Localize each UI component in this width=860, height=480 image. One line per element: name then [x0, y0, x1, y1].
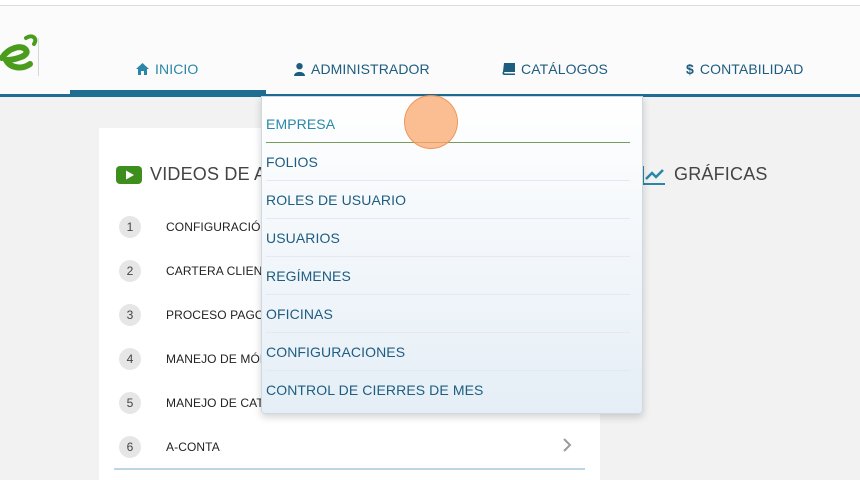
video-label: CARTERA CLIENT: [166, 264, 270, 278]
video-number: 5: [119, 392, 141, 414]
charts-title: GRÁFICAS: [642, 164, 768, 185]
user-icon: [294, 62, 305, 76]
book-icon: [502, 63, 515, 75]
nav-inicio[interactable]: INICIO: [136, 58, 198, 80]
menu-item-oficinas[interactable]: OFICINAS: [266, 295, 630, 333]
nav-administrador-label: ADMINISTRADOR: [311, 61, 430, 77]
menu-item-roles-de-usuario[interactable]: ROLES DE USUARIO: [266, 181, 630, 219]
top-navbar: [0, 6, 860, 94]
nav-contabilidad-label: CONTABILIDAD: [699, 61, 804, 77]
menu-item-usuarios[interactable]: USUARIOS: [266, 219, 630, 257]
menu-item-folios[interactable]: FOLIOS: [266, 143, 630, 181]
video-label: MANEJO DE MÓD: [166, 352, 269, 366]
video-label: A-CONTA: [166, 440, 220, 454]
nav-catalogos-label: CATÁLOGOS: [521, 61, 608, 77]
video-label: CONFIGURACIÓN: [166, 220, 270, 234]
logo-separator: [38, 38, 39, 76]
home-icon: [136, 63, 149, 75]
nav-contabilidad[interactable]: $ CONTABILIDAD: [686, 58, 804, 80]
menu-item-control-de-cierres-de-mes[interactable]: CONTROL DE CIERRES DE MES: [266, 371, 630, 408]
nav-inicio-active-bar: [70, 90, 266, 95]
nav-inicio-label: INICIO: [155, 61, 199, 77]
chevron-right-icon: [562, 437, 572, 457]
videos-title: VIDEOS DE AY: [116, 164, 277, 185]
youtube-play-icon: [116, 165, 142, 184]
video-label: PROCESO PAGO I: [166, 308, 272, 322]
video-number: 6: [119, 436, 141, 458]
charts-title-text: GRÁFICAS: [674, 164, 768, 184]
video-number: 3: [119, 304, 141, 326]
menu-item-regimenes[interactable]: REGÍMENES: [266, 257, 630, 295]
brand-logo[interactable]: [0, 30, 40, 78]
video-number: 1: [119, 216, 141, 238]
administrador-dropdown-menu: EMPRESA FOLIOS ROLES DE USUARIO USUARIOS…: [261, 96, 643, 414]
video-number: 4: [119, 348, 141, 370]
video-number: 2: [119, 260, 141, 282]
video-item[interactable]: 6 A-CONTA: [99, 425, 600, 469]
list-divider: [114, 468, 585, 470]
line-chart-icon: [642, 165, 666, 185]
video-label: MANEJO DE CATÁ: [166, 396, 272, 410]
nav-catalogos[interactable]: CATÁLOGOS: [502, 58, 608, 80]
videos-title-text: VIDEOS DE AY: [150, 164, 278, 184]
menu-item-configuraciones[interactable]: CONFIGURACIONES: [266, 333, 630, 371]
nav-administrador[interactable]: ADMINISTRADOR: [294, 58, 430, 80]
dollar-icon: $: [686, 61, 694, 77]
click-indicator: [404, 95, 458, 149]
